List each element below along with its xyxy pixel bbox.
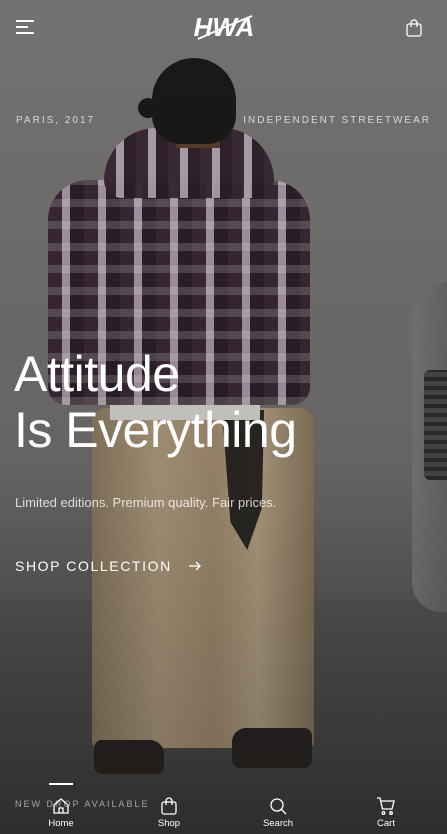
- search-icon: [248, 796, 308, 816]
- nav-search-label: Search: [262, 818, 294, 829]
- bottom-nav: Home Shop Search Cart: [0, 794, 447, 834]
- shop-collection-label: SHOP COLLECTION: [15, 558, 172, 574]
- cart-icon: [356, 796, 416, 816]
- hero-headline-line-2: Is Everything: [14, 402, 297, 458]
- nav-cart-label: Cart: [377, 818, 395, 829]
- menu-icon[interactable]: [16, 20, 34, 34]
- bag-icon: [139, 796, 199, 816]
- nav-search[interactable]: Search: [248, 794, 308, 834]
- brand-logo[interactable]: HWA: [188, 12, 260, 42]
- hero-tagline: INDEPENDENT STREETWEAR: [243, 115, 431, 126]
- nav-cart[interactable]: Cart: [356, 794, 416, 834]
- nav-home[interactable]: Home: [31, 794, 91, 834]
- bag-icon[interactable]: [404, 18, 424, 38]
- home-icon: [31, 796, 91, 816]
- hero-location-year: PARIS, 2017: [16, 115, 96, 126]
- nav-home-label: Home: [48, 818, 74, 829]
- shop-collection-button[interactable]: SHOP COLLECTION: [15, 558, 202, 574]
- hero-headline-line-1: Attitude: [14, 346, 180, 402]
- hero-headline: Attitude Is Everything: [14, 346, 297, 458]
- drop-indicator-line: [49, 783, 73, 785]
- nav-shop-label: Shop: [157, 818, 181, 829]
- arrow-right-icon: [188, 560, 202, 572]
- hero-subtitle: Limited editions. Premium quality. Fair …: [15, 495, 277, 510]
- nav-shop[interactable]: Shop: [139, 794, 199, 834]
